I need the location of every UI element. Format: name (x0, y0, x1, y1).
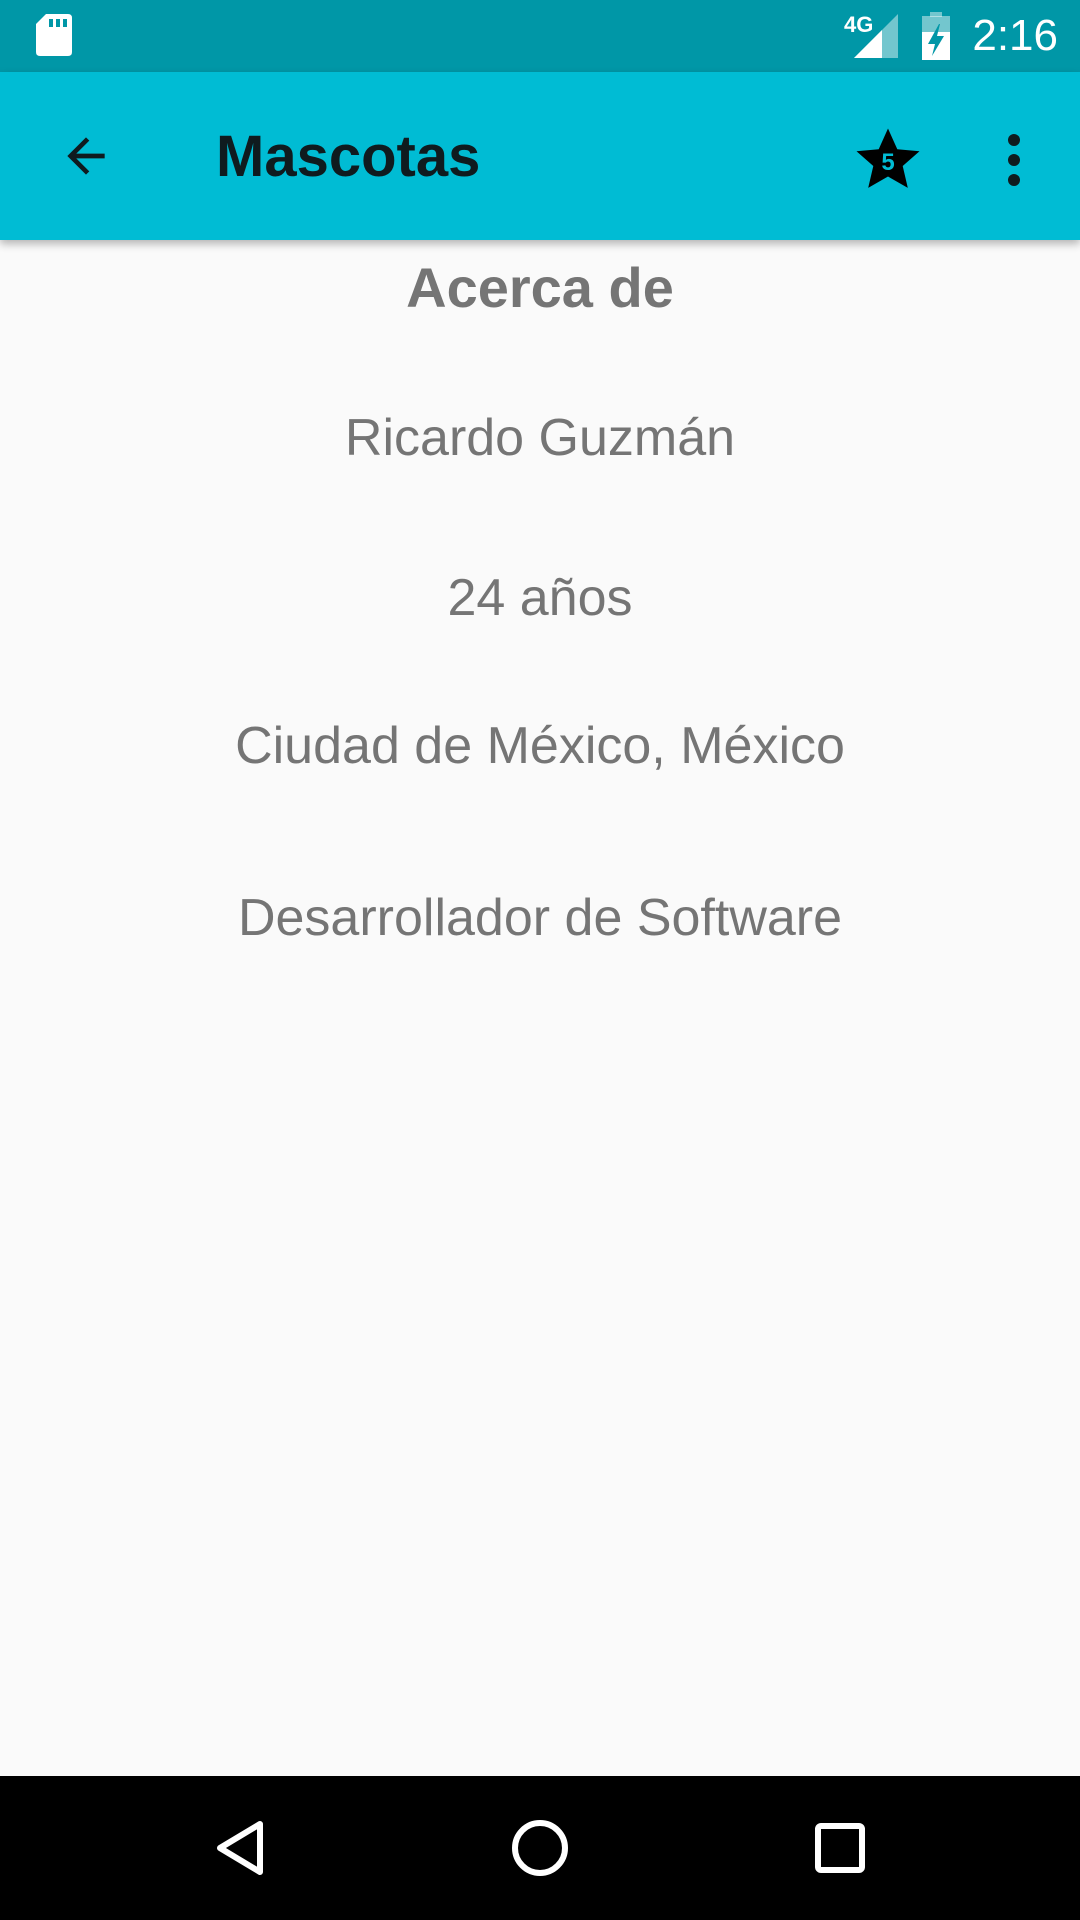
clock: 2:16 (972, 11, 1058, 60)
author-occupation: Desarrollador de Software (237, 889, 843, 947)
nav-recents-button[interactable] (788, 1796, 892, 1900)
page-title: Mascotas (216, 124, 481, 189)
author-age: 24 años (447, 569, 633, 627)
square-recents-icon (815, 1823, 865, 1873)
battery-charging-icon (922, 12, 950, 60)
about-heading: Acerca de (406, 256, 674, 319)
author-location: Ciudad de México, México (235, 717, 845, 775)
status-bar: 4G 2:16 (0, 0, 1080, 72)
app-bar: Mascotas 5 (0, 72, 1080, 240)
nav-back-button[interactable] (188, 1796, 292, 1900)
overflow-menu-button[interactable] (988, 116, 1040, 204)
about-content: Acerca de Ricardo Guzmán 24 años Ciudad … (0, 240, 1080, 1776)
navigation-bar (0, 1776, 1080, 1920)
triangle-back-icon (217, 1821, 263, 1875)
more-vert-icon (1008, 134, 1020, 186)
favorites-button[interactable]: 5 (844, 116, 932, 204)
sd-card-icon (36, 14, 72, 56)
signal-icon (854, 14, 898, 58)
arrow-back-icon (67, 137, 105, 175)
circle-home-icon (512, 1820, 568, 1876)
favorites-count: 5 (881, 149, 895, 176)
author-name: Ricardo Guzmán (344, 409, 736, 467)
nav-home-button[interactable] (488, 1796, 592, 1900)
back-button[interactable] (42, 112, 130, 200)
